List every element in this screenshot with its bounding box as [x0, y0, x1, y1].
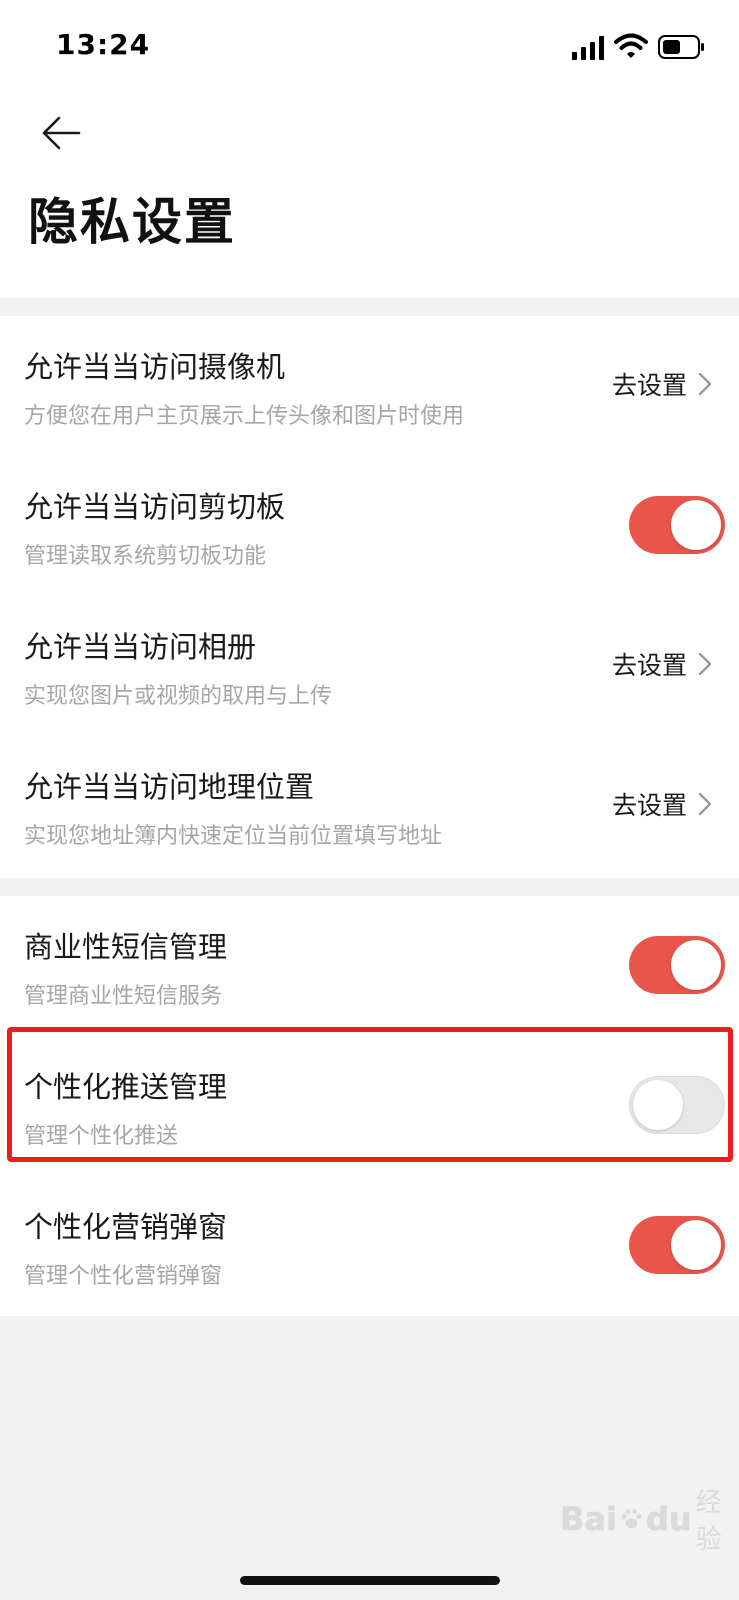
sms-toggle[interactable]	[629, 936, 725, 994]
toggle-knob	[671, 500, 721, 550]
status-time: 13:24	[56, 28, 151, 61]
go-settings-label: 去设置	[611, 651, 687, 680]
row-description: 实现您地址簿内快速定位当前位置填写地址	[24, 824, 443, 849]
row-title: 允许当当访问地理位置	[24, 770, 315, 804]
signal-icon	[572, 36, 604, 60]
sms-management-row: 商业性短信管理 管理商业性短信服务	[0, 896, 739, 1036]
permissions-group: 允许当当访问摄像机 方便您在用户主页展示上传头像和图片时使用 去设置 允许当当访…	[0, 316, 739, 878]
page-title: 隐私设置	[28, 193, 236, 251]
row-description: 方便您在用户主页展示上传头像和图片时使用	[24, 404, 465, 429]
camera-go-settings-link[interactable]: 去设置	[612, 366, 713, 402]
marketing-popup-toggle[interactable]	[629, 1216, 725, 1274]
row-title: 允许当当访问摄像机	[24, 350, 286, 384]
clipboard-permission-row: 允许当当访问剪切板 管理读取系统剪切板功能	[0, 456, 739, 596]
go-settings-label: 去设置	[611, 371, 687, 400]
paw-icon	[621, 1509, 642, 1529]
camera-permission-row[interactable]: 允许当当访问摄像机 方便您在用户主页展示上传头像和图片时使用 去设置	[0, 316, 739, 456]
home-indicator	[240, 1576, 500, 1585]
highlight-annotation-box	[7, 1027, 733, 1162]
row-title: 个性化营销弹窗	[24, 1210, 228, 1244]
chevron-right-icon	[698, 652, 712, 676]
chevron-right-icon	[698, 372, 712, 396]
arrow-left-icon	[42, 116, 81, 150]
watermark-suffix: 经验	[695, 1488, 722, 1555]
row-title: 商业性短信管理	[24, 930, 228, 964]
header: 13:24 隐私设置	[0, 0, 739, 298]
marketing-popup-row: 个性化营销弹窗 管理个性化营销弹窗	[0, 1176, 739, 1316]
album-permission-row[interactable]: 允许当当访问相册 实现您图片或视频的取用与上传 去设置	[0, 596, 739, 736]
status-bar: 13:24	[0, 0, 739, 95]
location-permission-row[interactable]: 允许当当访问地理位置 实现您地址簿内快速定位当前位置填写地址 去设置	[0, 736, 739, 876]
album-go-settings-link[interactable]: 去设置	[612, 646, 713, 682]
row-description: 管理商业性短信服务	[24, 984, 223, 1009]
watermark-brand-suffix: du	[645, 1500, 692, 1538]
row-title: 允许当当访问剪切板	[24, 490, 286, 524]
baidu-watermark: Bai du 经验	[560, 1482, 739, 1556]
back-button[interactable]	[36, 108, 86, 158]
row-description: 管理个性化营销弹窗	[24, 1264, 223, 1289]
toggle-knob	[671, 940, 721, 990]
watermark-brand: Bai	[560, 1500, 617, 1538]
row-title: 允许当当访问相册	[24, 630, 257, 664]
toggle-knob	[671, 1220, 721, 1270]
row-description: 实现您图片或视频的取用与上传	[24, 684, 333, 709]
go-settings-label: 去设置	[611, 791, 687, 820]
battery-icon	[658, 35, 704, 59]
wifi-icon	[614, 33, 648, 58]
chevron-right-icon	[698, 792, 712, 816]
location-go-settings-link[interactable]: 去设置	[612, 786, 713, 822]
clipboard-toggle[interactable]	[629, 496, 725, 554]
row-description: 管理读取系统剪切板功能	[24, 544, 267, 569]
